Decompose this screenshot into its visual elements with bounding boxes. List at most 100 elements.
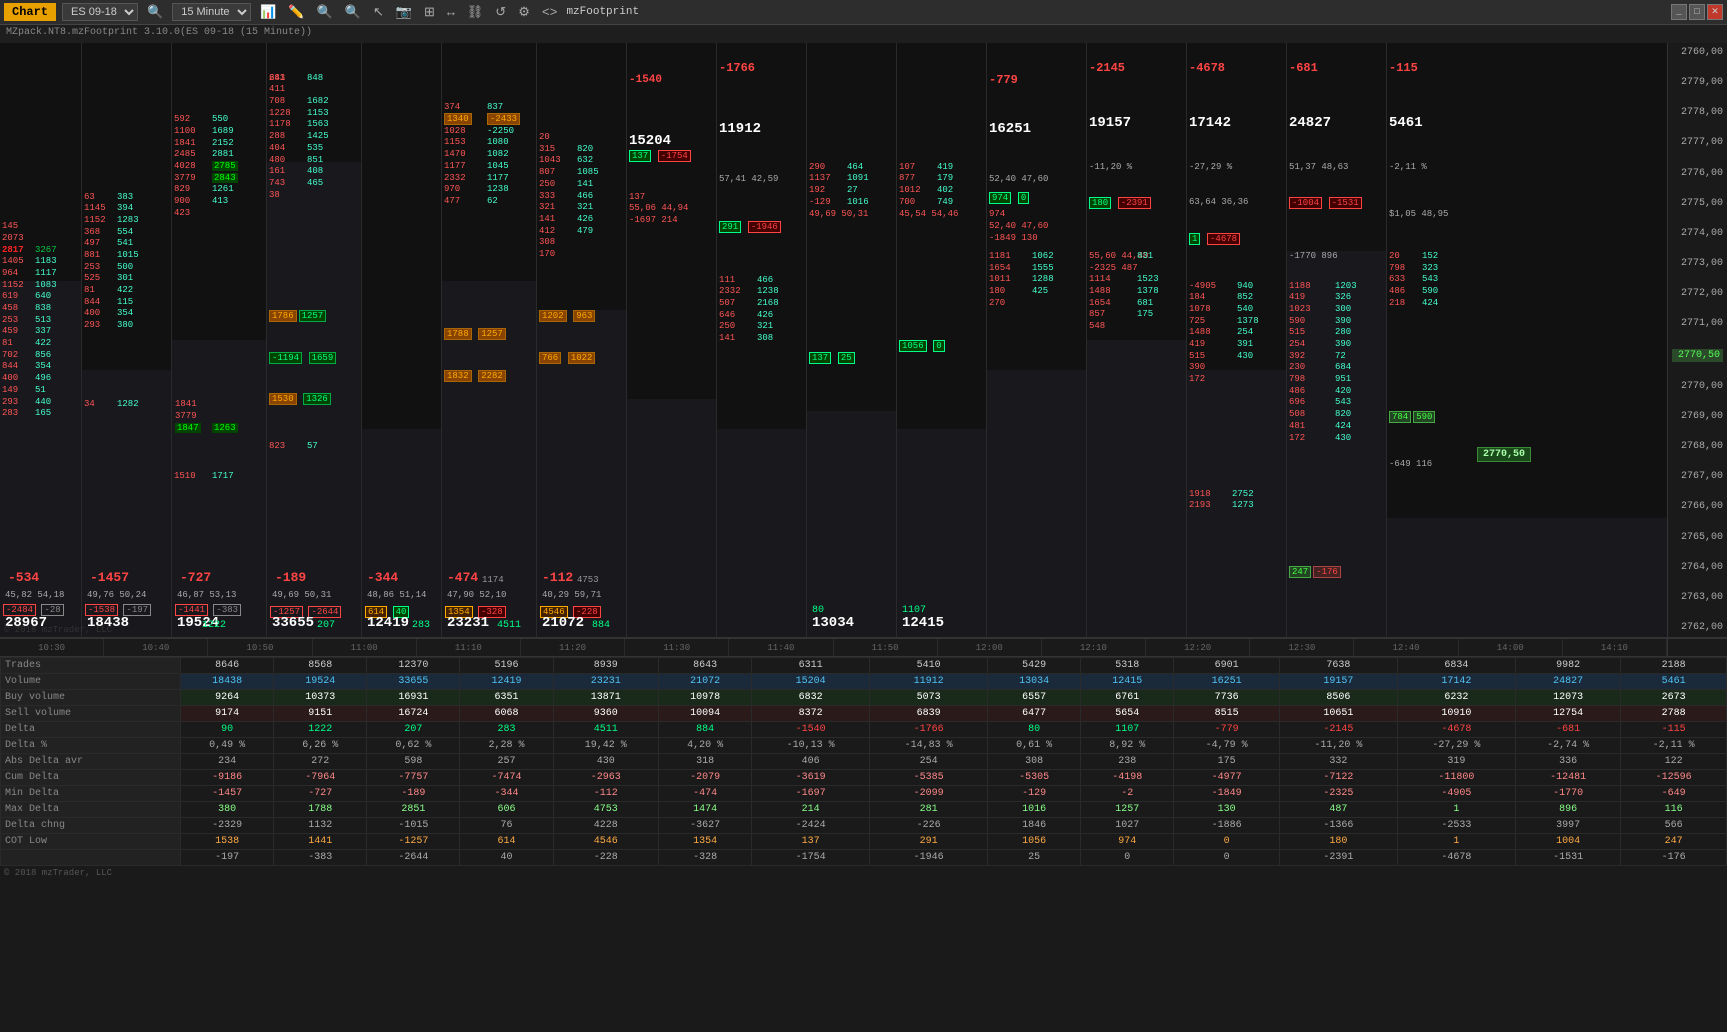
cell: -189 [367, 786, 460, 802]
cell: -1540 [752, 722, 870, 738]
row-label-sell-volume: Sell volume [1, 706, 181, 722]
cell: 90 [181, 722, 274, 738]
cell: 23231 [553, 674, 659, 690]
cell: 336 [1515, 754, 1621, 770]
cell: 5429 [988, 658, 1081, 674]
table-row-delta-chng: Delta chng -2329 1132 -1015 76 4228 -362… [1, 818, 1727, 834]
time-tick-1130: 11:30 [625, 639, 729, 656]
cursor-icon[interactable]: ↖ [370, 5, 387, 20]
cell: 8568 [274, 658, 367, 674]
cell: 6839 [870, 706, 988, 722]
cell: -4,79 % [1174, 738, 1280, 754]
table-row-bottom: -197 -383 -2644 40 -228 -328 -1754 -1946… [1, 850, 1727, 866]
cell: -2,74 % [1515, 738, 1621, 754]
cell: 974 [1081, 834, 1174, 850]
search-icon[interactable]: 🔍 [144, 5, 166, 20]
cell: 12415 [1081, 674, 1174, 690]
time-tick-1250: 14:00 [1459, 639, 1563, 656]
cell: 33655 [367, 674, 460, 690]
cell: -681 [1515, 722, 1621, 738]
cell: 6834 [1397, 658, 1515, 674]
cell: -1015 [367, 818, 460, 834]
cell: -2424 [752, 818, 870, 834]
row-label-volume: Volume [1, 674, 181, 690]
cell: 18438 [181, 674, 274, 690]
maximize-button[interactable]: □ [1689, 4, 1705, 20]
table-footer: © 2018 mzTrader, LLC [0, 866, 1727, 880]
cell: 283 [460, 722, 553, 738]
row-label-abs-delta-avr: Abs Delta avr [1, 754, 181, 770]
cell: -3627 [659, 818, 752, 834]
time-tick-1240: 12:40 [1354, 639, 1458, 656]
bar-chart-icon[interactable]: 📊 [257, 5, 279, 20]
pencil-icon[interactable]: ✏️ [285, 5, 307, 20]
link-icon[interactable]: ⛓ [464, 5, 487, 20]
cell: 6068 [460, 706, 553, 722]
time-tick-1050: 10:50 [208, 639, 312, 656]
cell: 80 [988, 722, 1081, 738]
cell: 1257 [1081, 802, 1174, 818]
price-tick: 2770,00 [1672, 381, 1723, 392]
zoom-out-icon[interactable]: 🔍 [342, 5, 364, 20]
minimize-button[interactable]: _ [1671, 4, 1687, 20]
cell: 8506 [1279, 690, 1397, 706]
cell: 25 [988, 850, 1081, 866]
cell: 332 [1279, 754, 1397, 770]
refresh-icon[interactable]: ↺ [492, 5, 509, 20]
time-tick-1140: 11:40 [729, 639, 833, 656]
cell: 319 [1397, 754, 1515, 770]
cell: -779 [1174, 722, 1280, 738]
chart-label[interactable]: Chart [4, 3, 56, 21]
time-tick-1400: 14:10 [1563, 639, 1667, 656]
cell: 380 [181, 802, 274, 818]
cell: -11800 [1397, 770, 1515, 786]
cell: 2851 [367, 802, 460, 818]
camera-icon[interactable]: 📷 [393, 5, 415, 20]
col-1250: -681 24827 51,37 48,63 -1004 -1531 -1770… [1287, 43, 1387, 637]
cell: -129 [988, 786, 1081, 802]
instrument-select[interactable]: ES 09-18 [62, 3, 138, 21]
cell: -10,13 % [752, 738, 870, 754]
cell: 1 [1397, 834, 1515, 850]
table-row-sell-volume: Sell volume 9174 9151 16724 6068 9360 10… [1, 706, 1727, 722]
cell: 180 [1279, 834, 1397, 850]
price-axis: 2760,00 2779,00 2778,00 2777,00 2776,00 … [1667, 43, 1727, 637]
cell: 10373 [274, 690, 367, 706]
timeframe-select[interactable]: 15 Minute [172, 3, 251, 21]
arrow-icon[interactable]: <> [539, 5, 561, 20]
cell: -228 [553, 850, 659, 866]
axis-spacer [1667, 639, 1727, 656]
data-table: Trades 8646 8568 12370 5196 8939 8643 63… [0, 656, 1727, 1032]
cell: 10910 [1397, 706, 1515, 722]
col-1100: 2814117081228117828840448016174338 16821… [267, 43, 362, 637]
time-tick-1200: 12:00 [938, 639, 1042, 656]
cell: 896 [1515, 802, 1621, 818]
cell: 4,20 % [659, 738, 752, 754]
cell: 2,28 % [460, 738, 553, 754]
row-label-max-delta: Max Delta [1, 802, 181, 818]
cell: 0,49 % [181, 738, 274, 754]
cell: -11,20 % [1279, 738, 1397, 754]
time-tick-1220: 12:20 [1146, 639, 1250, 656]
cell: -4678 [1397, 850, 1515, 866]
cell: 606 [460, 802, 553, 818]
zoom-in-icon[interactable]: 🔍 [314, 5, 336, 20]
cell: 8515 [1174, 706, 1280, 722]
cell: 12370 [367, 658, 460, 674]
settings-icon[interactable]: ⚙ [515, 5, 533, 20]
price-tick: 2775,00 [1672, 198, 1723, 209]
cell: 4511 [553, 722, 659, 738]
time-tick-1210: 12:10 [1042, 639, 1146, 656]
cell: 24827 [1515, 674, 1621, 690]
properties-icon[interactable]: ⊞ [421, 5, 438, 20]
table-row-delta-pct: Delta % 0,49 % 6,26 % 0,62 % 2,28 % 19,4… [1, 738, 1727, 754]
subtitle-bar: MZpack.NT8.mzFootprint 3.10.0(ES 09-18 (… [0, 25, 1727, 43]
cell: 7736 [1174, 690, 1280, 706]
titlebar: Chart ES 09-18 🔍 15 Minute 📊 ✏️ 🔍 🔍 ↖ 📷 … [0, 0, 1727, 25]
cell: -9186 [181, 770, 274, 786]
cell: 16724 [367, 706, 460, 722]
cell: 19,42 % [553, 738, 659, 754]
price-tick: 2766,00 [1672, 501, 1723, 512]
arrows-icon[interactable]: ↔ [444, 5, 458, 20]
close-button[interactable]: ✕ [1707, 4, 1723, 20]
